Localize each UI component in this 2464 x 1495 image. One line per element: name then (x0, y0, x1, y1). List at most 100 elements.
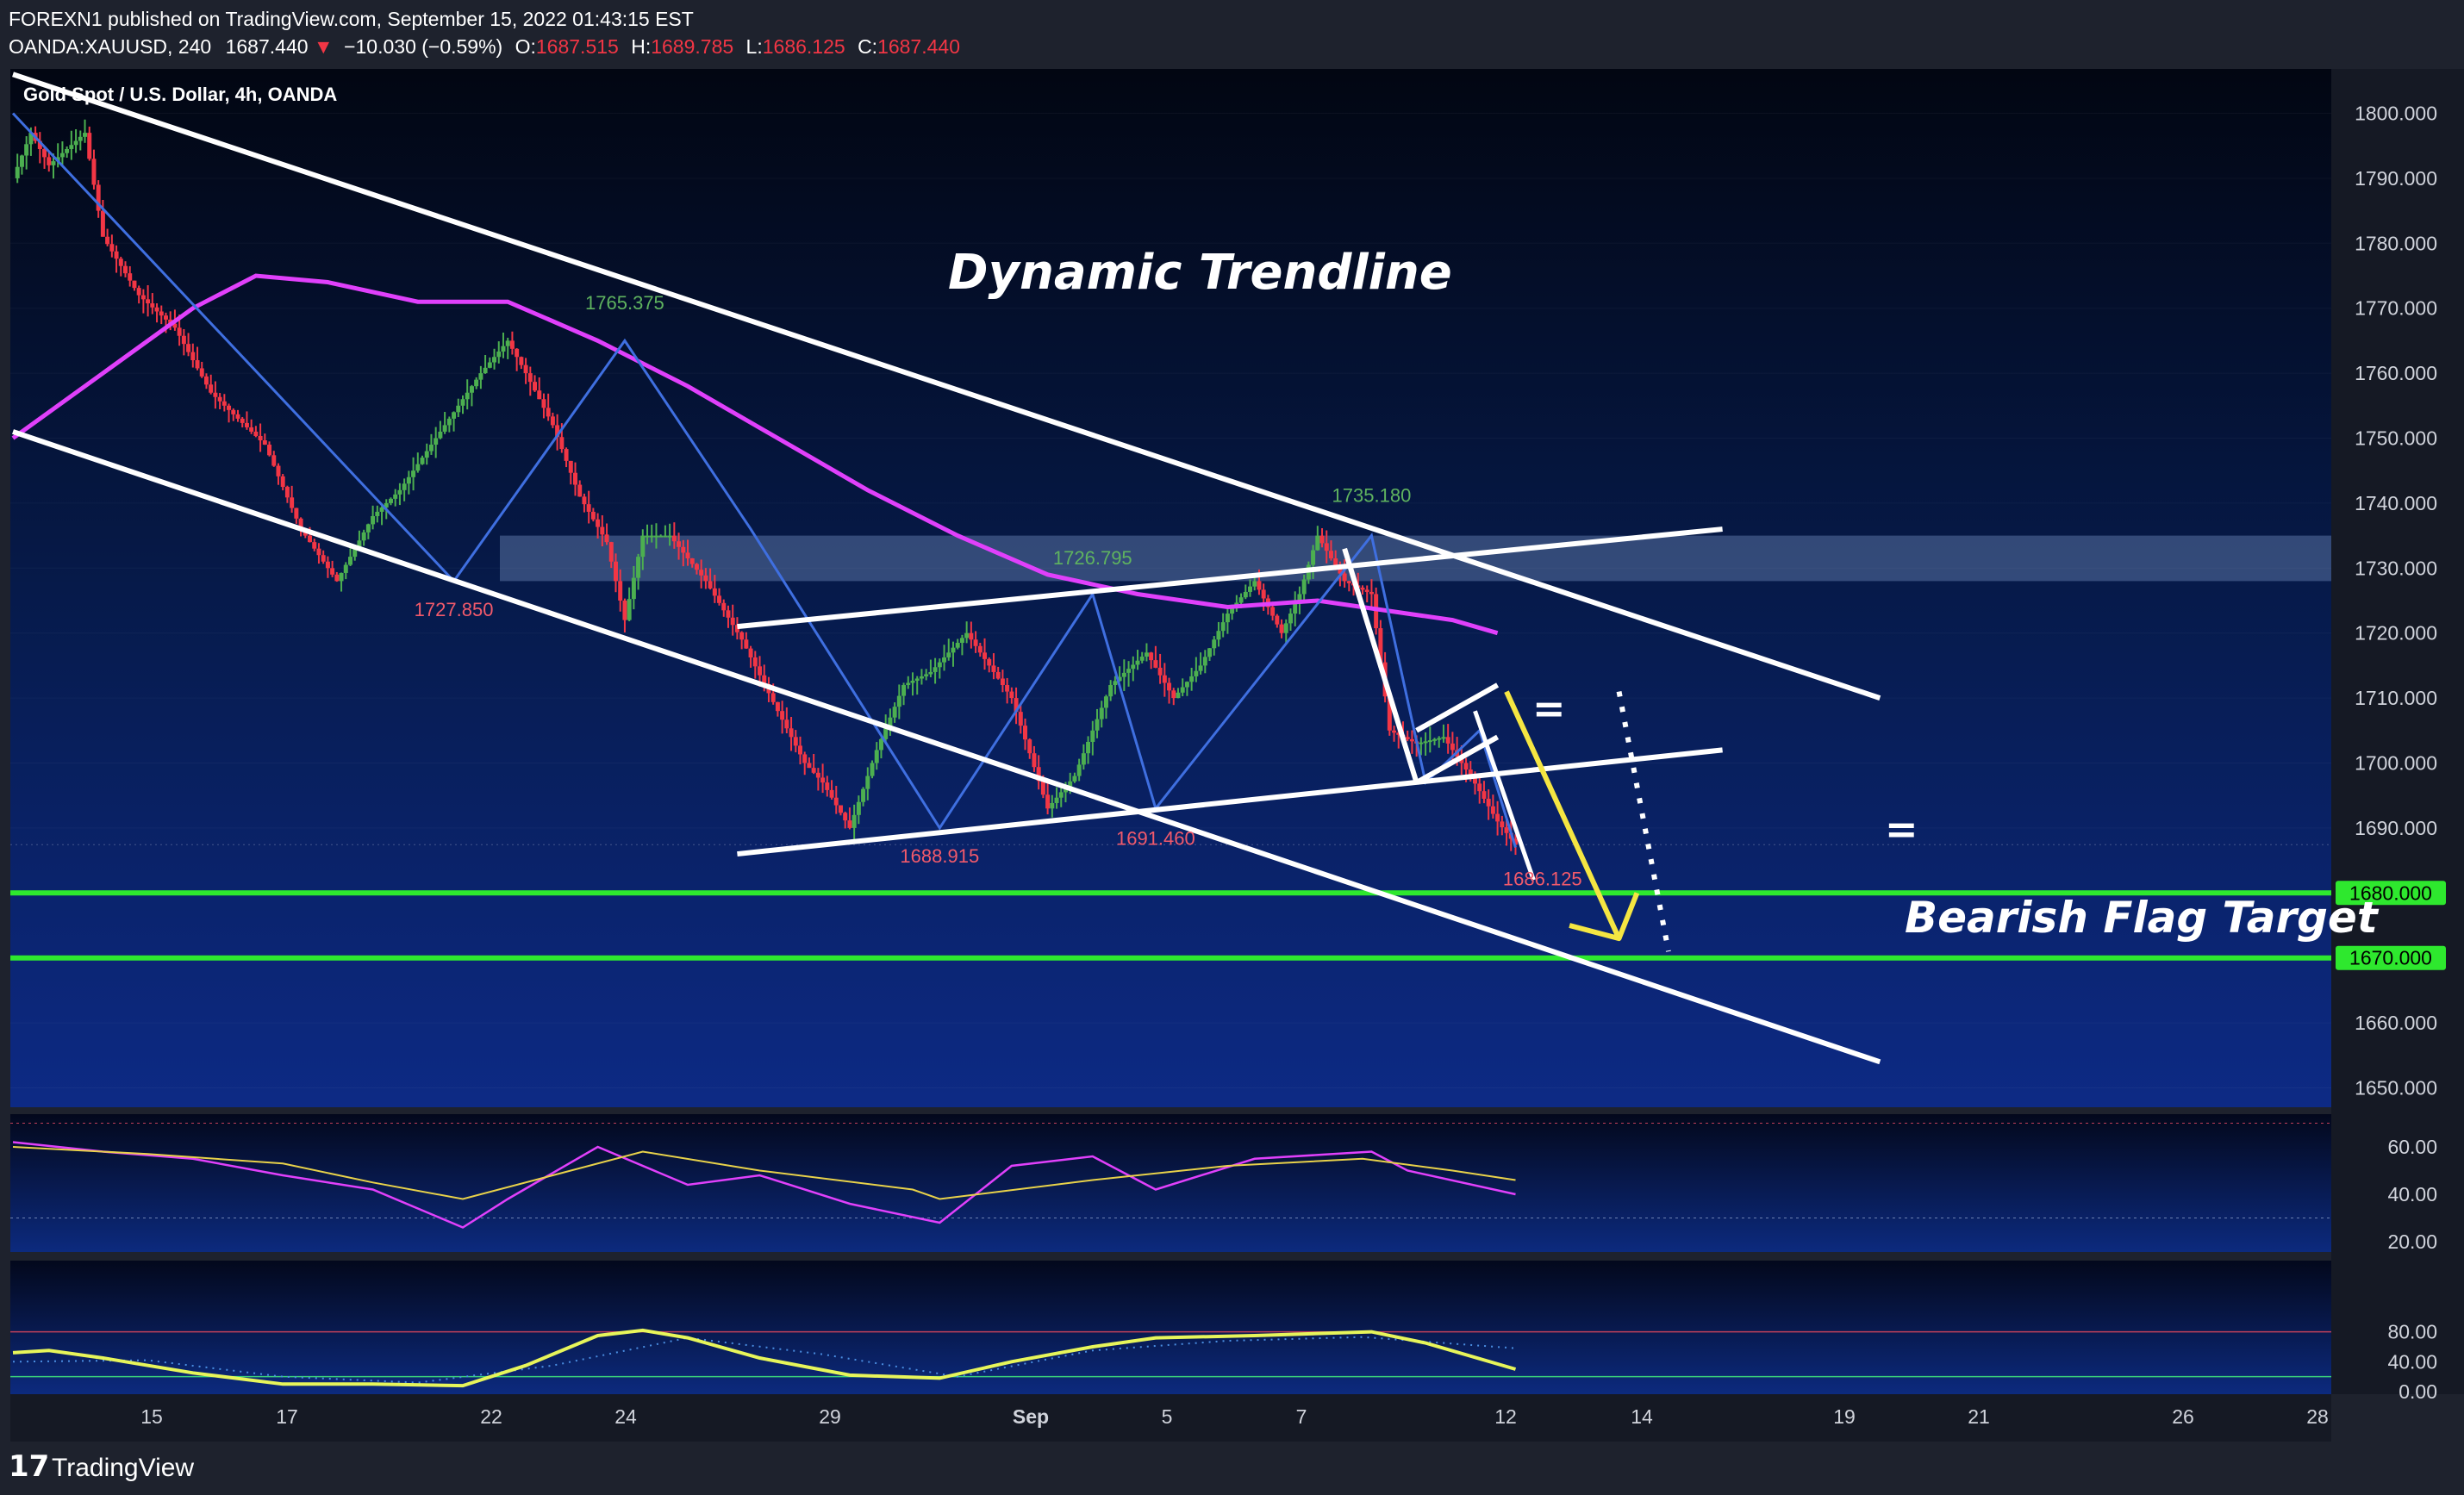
candle-body (896, 695, 901, 707)
candle-body (154, 307, 159, 312)
candle-body (312, 542, 317, 549)
rsi-tick-label: 20.00 (2387, 1230, 2437, 1253)
candle-body (1216, 631, 1221, 640)
candle-body (240, 418, 245, 423)
close-value: 1687.440 (877, 35, 960, 58)
candle-body (1252, 581, 1257, 587)
rsi-pane[interactable] (10, 1114, 2331, 1252)
time-tick-label: 7 (1296, 1405, 1307, 1428)
candle-body (1369, 591, 1374, 595)
candle-body (1113, 681, 1118, 686)
candle-body (1139, 657, 1145, 661)
candle-body (649, 535, 654, 538)
candle-body (942, 657, 947, 663)
candle-body (1149, 652, 1154, 661)
candle-body (537, 390, 542, 400)
brand-name: TradingView (52, 1454, 194, 1482)
pivot-label: 1688.915 (900, 845, 979, 867)
candle-body (1009, 691, 1014, 699)
candle-body (807, 763, 812, 769)
candle-body (1184, 682, 1189, 688)
pivot-label: 1726.795 (1053, 547, 1132, 569)
candle-body (1090, 730, 1095, 742)
price-tick-label: 1690.000 (2355, 817, 2437, 839)
candle-body (1432, 738, 1438, 741)
candle-body (829, 789, 834, 798)
candle-body (69, 145, 74, 149)
candle-body (483, 367, 488, 374)
candle-body (770, 693, 776, 702)
candle-body (780, 711, 785, 720)
stoch-tick-label: 40.00 (2387, 1350, 2437, 1373)
candle-body (856, 801, 861, 815)
header: FOREXN1 published on TradingView.com, Se… (9, 8, 960, 58)
candle-body (1342, 573, 1347, 582)
time-tick-label: 22 (480, 1405, 502, 1428)
footer: 𝟭𝟳 TradingView (9, 1450, 194, 1483)
candle-body (114, 251, 119, 259)
price-pane[interactable] (10, 69, 2331, 1107)
candle-body (1490, 806, 1495, 814)
candle-body (199, 368, 204, 377)
candle-body (636, 557, 641, 578)
candle-body (213, 392, 218, 397)
candle-body (964, 632, 970, 638)
candle-body (699, 570, 704, 576)
candle-body (325, 561, 330, 569)
price-tick-label: 1760.000 (2355, 362, 2437, 384)
price-tick-label: 1720.000 (2355, 622, 2437, 645)
candle-body (622, 601, 627, 620)
candle-body (1027, 739, 1032, 754)
candle-body (321, 555, 326, 562)
candle-body (546, 408, 551, 417)
equal-mark-2: = (1885, 806, 1918, 852)
candle-body (469, 386, 474, 393)
candle-body (951, 647, 956, 653)
price-tick-label: 1740.000 (2355, 492, 2437, 514)
candle-body (123, 265, 128, 274)
candle-body (726, 610, 731, 618)
candle-body (1477, 783, 1482, 792)
candle-body (509, 340, 515, 349)
candle-body (1495, 813, 1500, 822)
candle-body (847, 820, 852, 828)
candle-body (290, 497, 295, 508)
candle-body (267, 445, 272, 456)
candle-body (91, 159, 97, 185)
candle-body (203, 376, 209, 385)
candle-body (365, 524, 371, 533)
candle-body (146, 299, 151, 304)
candle-body (1189, 676, 1195, 682)
stoch-tick-label: 0.00 (2399, 1380, 2437, 1403)
candle-body (1032, 753, 1037, 768)
candle-body (1086, 741, 1091, 754)
candle-body (784, 719, 789, 729)
open-value: 1687.515 (536, 35, 619, 58)
candle-body (892, 707, 897, 718)
candle-body (590, 511, 596, 520)
candle-body (388, 498, 393, 503)
candle-body (181, 335, 186, 345)
candle-body (515, 348, 520, 358)
stoch-pane[interactable] (10, 1261, 2331, 1394)
candle-body (428, 445, 434, 452)
candle-body (1054, 797, 1059, 803)
candle-body (1482, 791, 1487, 799)
candle-body (914, 678, 920, 681)
symbol: OANDA:XAUUSD, 240 (9, 35, 211, 58)
candle-body (1162, 675, 1167, 683)
candle-body (1220, 622, 1226, 632)
candle-body (1126, 669, 1132, 673)
trading-chart[interactable]: FOREXN1 published on TradingView.com, Se… (0, 0, 2464, 1495)
candle-body (65, 148, 70, 153)
candle-body (717, 595, 722, 603)
candle-body (582, 496, 587, 505)
candle-body (1364, 589, 1369, 592)
candle-body (177, 327, 182, 336)
candle-body (1500, 821, 1505, 828)
candle-body (1072, 776, 1077, 782)
candle-body (78, 136, 83, 141)
candle-body (244, 422, 249, 427)
candle-body (249, 427, 254, 432)
candle-body (550, 416, 555, 426)
